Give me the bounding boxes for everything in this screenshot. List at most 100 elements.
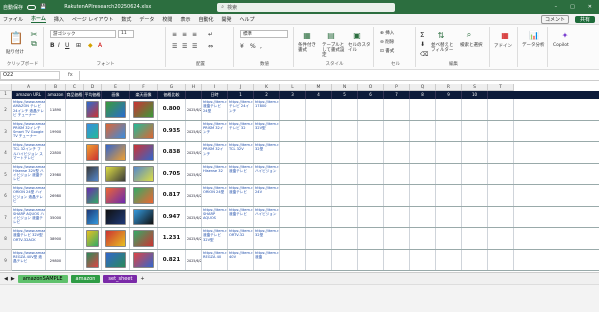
datetime-cell[interactable]: 2025/6/25 15:29 xyxy=(186,206,202,227)
price-cell[interactable]: 35000 xyxy=(46,206,66,227)
product-name-cell[interactable]: https://www.amazon.co.jp/dp/B0... REGZA … xyxy=(12,249,46,270)
empty-cell[interactable] xyxy=(306,163,332,184)
empty-cell[interactable] xyxy=(384,185,410,206)
rakuten-url-cell[interactable]: https://item.rak ORION 24型 xyxy=(202,185,228,206)
empty-cell[interactable] xyxy=(358,120,384,141)
cut-icon[interactable]: ✂ xyxy=(29,30,39,39)
select-all-corner[interactable] xyxy=(0,84,12,91)
data-analysis-button[interactable]: データ分析 xyxy=(522,43,546,48)
empty-cell[interactable] xyxy=(488,206,514,227)
rakuten-url-cell[interactable]: https://item.rak 32型 xyxy=(254,142,280,163)
comma-icon[interactable]: , xyxy=(260,43,262,50)
datetime-cell[interactable]: 2025/6/25 15:29 xyxy=(186,185,202,206)
rakuten-url-cell[interactable]: https://item.rak 17800 xyxy=(254,99,280,120)
align-top-icon[interactable]: ≡ xyxy=(172,31,177,38)
currency-icon[interactable]: ¥ xyxy=(240,43,244,50)
empty-cell[interactable] xyxy=(358,249,384,270)
empty-cell[interactable] xyxy=(332,163,358,184)
border-icon[interactable]: ⊞ xyxy=(76,42,81,49)
empty-cell[interactable] xyxy=(462,99,488,120)
row-header[interactable]: 9 xyxy=(0,249,12,271)
price-cell[interactable]: 38900 xyxy=(46,228,66,249)
tab-10[interactable]: ヘルプ xyxy=(239,16,254,23)
formula-input[interactable] xyxy=(78,70,599,80)
empty-cell[interactable] xyxy=(358,206,384,227)
tab-0[interactable]: ファイル xyxy=(3,16,23,23)
addin-button[interactable]: アドイン xyxy=(494,43,512,49)
rakuten-url-cell[interactable]: https://item.rak 32型 xyxy=(254,228,280,249)
rakuten-image-cell[interactable] xyxy=(102,120,130,141)
empty-cell[interactable] xyxy=(332,99,358,120)
table-header-cell[interactable]: 5 xyxy=(332,91,358,99)
empty-cell[interactable] xyxy=(384,120,410,141)
image-cell[interactable] xyxy=(84,142,102,163)
column-header[interactable]: S xyxy=(462,84,488,91)
table-header-cell[interactable]: amazon URL xyxy=(12,91,46,99)
align-right-icon[interactable]: ☰ xyxy=(192,43,197,50)
rakuten-image-cell-2[interactable] xyxy=(130,249,158,270)
price-ratio-cell[interactable]: 0.800 xyxy=(158,99,186,120)
empty-cell[interactable] xyxy=(462,142,488,163)
sort-filter-button[interactable]: 並べ替えとフィルター xyxy=(431,43,457,53)
table-header-cell[interactable]: 2 xyxy=(254,91,280,99)
tab-4[interactable]: 数式 xyxy=(121,16,131,23)
row-header[interactable]: 7 xyxy=(0,206,12,228)
rakuten-url-cell[interactable]: https://item.rak PRISM 32インチ xyxy=(202,142,228,163)
image-cell[interactable] xyxy=(84,228,102,249)
bold-icon[interactable]: B xyxy=(50,42,55,49)
empty-cell[interactable] xyxy=(462,249,488,270)
row-header[interactable]: 5 xyxy=(0,163,12,185)
add-sheet-button[interactable]: + xyxy=(140,276,144,282)
wrap-text-icon[interactable]: ↵ xyxy=(208,31,213,38)
empty-cell[interactable] xyxy=(410,206,436,227)
product-name-cell[interactable]: https://www.amazon.co.jp/dp/B0... 液晶テレビ … xyxy=(12,228,46,249)
price-cell[interactable]: 22800 xyxy=(46,142,66,163)
table-header-cell[interactable]: 商品価格 xyxy=(66,91,84,99)
empty-cell[interactable] xyxy=(436,99,462,120)
empty-cell[interactable] xyxy=(410,249,436,270)
rakuten-image-cell[interactable] xyxy=(102,206,130,227)
column-header[interactable]: E xyxy=(102,84,130,91)
rakuten-url-cell[interactable]: https://item.rak TCL 32V xyxy=(228,142,254,163)
sheet-tab-amazon[interactable]: amazon xyxy=(70,274,101,283)
fill-color-icon[interactable]: ◆ xyxy=(88,42,93,49)
empty-cell[interactable] xyxy=(306,99,332,120)
column-header[interactable]: K xyxy=(254,84,280,91)
empty-cell[interactable] xyxy=(436,228,462,249)
fx-icon[interactable]: fx xyxy=(68,72,73,78)
price-cell[interactable]: 29800 xyxy=(46,249,66,270)
table-header-cell[interactable]: 4 xyxy=(306,91,332,99)
find-select-button[interactable]: 検索と選択 xyxy=(460,43,486,48)
rakuten-image-cell-2[interactable] xyxy=(130,142,158,163)
rakuten-url-cell[interactable]: https://item.rak REGZA 40 xyxy=(202,249,228,270)
empty-cell[interactable] xyxy=(280,206,306,227)
empty-cell[interactable] xyxy=(436,120,462,141)
url-cell[interactable] xyxy=(66,99,84,120)
empty-cell[interactable] xyxy=(462,206,488,227)
column-header[interactable]: Q xyxy=(410,84,436,91)
price-cell[interactable]: 19900 xyxy=(46,120,66,141)
paste-button[interactable]: 貼り付け xyxy=(6,49,24,55)
spreadsheet-grid[interactable]: ABCDEFGHIJKLMNOPQRSTUamazon URLamazon商品名… xyxy=(0,84,599,272)
rakuten-image-cell-2[interactable] xyxy=(130,163,158,184)
percent-icon[interactable]: % xyxy=(250,43,256,50)
row-header[interactable]: 8 xyxy=(0,228,12,250)
product-name-cell[interactable]: https://www.amazon.co.jp/dp/B0... ORION … xyxy=(12,185,46,206)
empty-cell[interactable] xyxy=(462,120,488,141)
column-header[interactable]: P xyxy=(384,84,410,91)
rakuten-url-cell[interactable]: https://item.rak ORTV-32 xyxy=(228,228,254,249)
tab-2[interactable]: 挿入 xyxy=(54,16,64,23)
empty-cell[interactable] xyxy=(384,206,410,227)
cell-style-button[interactable]: セルのスタイル xyxy=(348,43,372,53)
align-center-icon[interactable]: ☰ xyxy=(182,43,187,50)
row-header[interactable]: 2 xyxy=(0,99,12,121)
rakuten-url-cell[interactable]: https://item.rak PRISM 32インチ xyxy=(202,120,228,141)
table-header-cell[interactable]: 9 xyxy=(436,91,462,99)
empty-cell[interactable] xyxy=(488,228,514,249)
empty-cell[interactable] xyxy=(384,228,410,249)
table-header-cell[interactable]: 平均価格 xyxy=(84,91,102,99)
format-button[interactable]: ⊡ 書式 xyxy=(380,48,394,54)
empty-cell[interactable] xyxy=(410,142,436,163)
product-name-cell[interactable]: https://www.amazon.co.jp/dp/B0... TCL 32… xyxy=(12,142,46,163)
column-header[interactable]: H xyxy=(186,84,202,91)
